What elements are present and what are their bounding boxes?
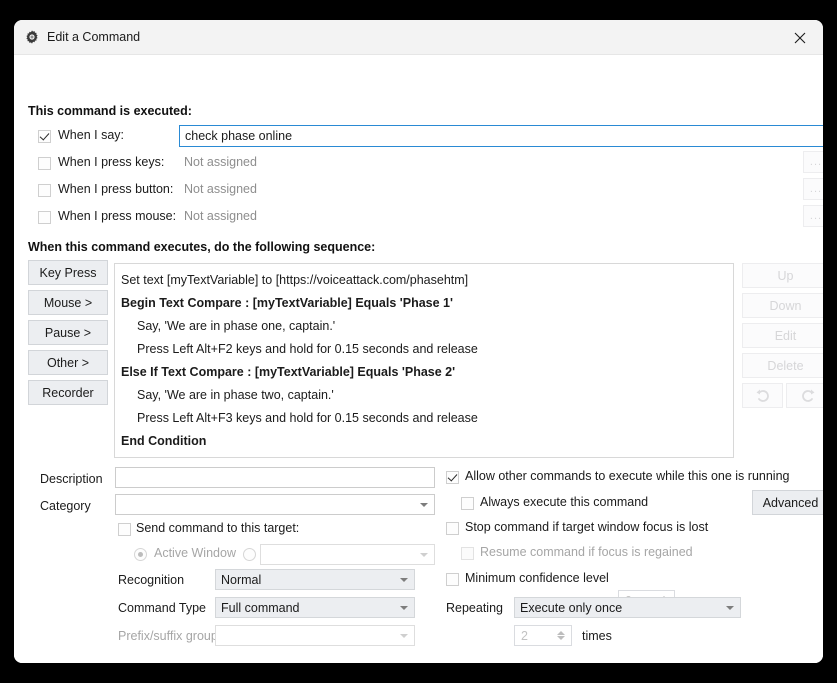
close-icon xyxy=(794,32,806,44)
stepper-up-icon[interactable] xyxy=(557,631,565,635)
prefix-suffix-label: Prefix/suffix group xyxy=(118,629,218,643)
window-title: Edit a Command xyxy=(47,29,140,46)
sequence-line[interactable]: Press Left Alt+F3 keys and hold for 0.15… xyxy=(137,410,478,426)
chevron-down-icon xyxy=(400,578,408,582)
close-button[interactable] xyxy=(777,20,823,55)
recognition-value: Normal xyxy=(221,573,261,587)
checkbox-send-command-to-target[interactable] xyxy=(118,523,131,536)
target-window-select[interactable] xyxy=(260,544,435,565)
radio-specific-window[interactable] xyxy=(243,548,256,561)
sequence-line[interactable]: Say, 'We are in phase two, captain.' xyxy=(137,387,334,403)
pause-menu-button[interactable]: Pause > xyxy=(28,320,108,345)
command-type-select[interactable]: Full command xyxy=(215,597,415,618)
sequence-section-heading: When this command executes, do the follo… xyxy=(28,240,375,254)
other-menu-button[interactable]: Other > xyxy=(28,350,108,375)
command-type-value: Full command xyxy=(221,601,300,615)
repeat-times-value: 2 xyxy=(521,629,528,643)
recorder-button[interactable]: Recorder xyxy=(28,380,108,405)
checkbox-when-i-say[interactable] xyxy=(38,130,51,143)
button-browse-button[interactable]: ... xyxy=(803,178,823,200)
move-up-button[interactable]: Up xyxy=(742,263,823,288)
mouse-browse-button[interactable]: ... xyxy=(803,205,823,227)
sequence-line[interactable]: Press Left Alt+F2 keys and hold for 0.15… xyxy=(137,341,478,357)
radio-active-window[interactable] xyxy=(134,548,147,561)
chevron-down-icon xyxy=(420,503,428,507)
label-when-i-press-mouse: When I press mouse: xyxy=(58,209,176,223)
checkbox-when-i-press-mouse[interactable] xyxy=(38,211,51,224)
value-when-i-press-button: Not assigned xyxy=(184,182,257,196)
value-when-i-press-mouse: Not assigned xyxy=(184,209,257,223)
label-when-i-press-keys: When I press keys: xyxy=(58,155,164,169)
checkbox-always-execute[interactable] xyxy=(461,497,474,510)
times-label: times xyxy=(582,629,612,643)
prefix-suffix-select[interactable] xyxy=(215,625,415,646)
repeat-times-stepper[interactable]: 2 xyxy=(514,625,572,646)
title-bar: Edit a Command xyxy=(14,20,823,55)
minimum-confidence-label: Minimum confidence level xyxy=(465,571,609,585)
key-press-button[interactable]: Key Press xyxy=(28,260,108,285)
resume-on-focus-regained-label: Resume command if focus is regained xyxy=(480,545,693,559)
checkbox-allow-other-commands[interactable] xyxy=(446,471,459,484)
value-when-i-press-keys: Not assigned xyxy=(184,155,257,169)
undo-button[interactable] xyxy=(742,383,783,408)
mouse-menu-button[interactable]: Mouse > xyxy=(28,290,108,315)
chevron-down-icon xyxy=(726,606,734,610)
label-when-i-say: When I say: xyxy=(58,128,124,142)
recognition-label: Recognition xyxy=(118,573,184,587)
active-window-label: Active Window xyxy=(154,546,236,560)
command-sequence-list[interactable]: Set text [myTextVariable] to [https://vo… xyxy=(114,263,734,458)
category-label: Category xyxy=(40,499,91,513)
checkbox-when-i-press-keys[interactable] xyxy=(38,157,51,170)
redo-button[interactable] xyxy=(786,383,823,408)
send-target-label: Send command to this target: xyxy=(136,521,299,535)
stepper-down-icon[interactable] xyxy=(557,636,565,640)
edit-command-dialog: Edit a Command This command is executed:… xyxy=(14,20,823,663)
recognition-select[interactable]: Normal xyxy=(215,569,415,590)
when-i-say-input[interactable]: check phase online xyxy=(179,125,823,147)
dialog-body: This command is executed: When I say: ch… xyxy=(14,55,823,663)
chevron-down-icon xyxy=(400,606,408,610)
sequence-line[interactable]: Begin Text Compare : [myTextVariable] Eq… xyxy=(121,295,453,311)
allow-other-commands-label: Allow other commands to execute while th… xyxy=(465,469,789,483)
stop-on-focus-lost-label: Stop command if target window focus is l… xyxy=(465,520,708,534)
label-when-i-press-button: When I press button: xyxy=(58,182,173,196)
sequence-line[interactable]: Else If Text Compare : [myTextVariable] … xyxy=(121,364,455,380)
checkbox-when-i-press-button[interactable] xyxy=(38,184,51,197)
gear-icon xyxy=(24,29,40,45)
execute-section-heading: This command is executed: xyxy=(28,104,192,118)
checkbox-minimum-confidence[interactable] xyxy=(446,573,459,586)
keys-browse-button[interactable]: ... xyxy=(803,151,823,173)
checkbox-stop-on-focus-lost[interactable] xyxy=(446,522,459,535)
sequence-line[interactable]: Set text [myTextVariable] to [https://vo… xyxy=(121,272,468,288)
repeating-value: Execute only once xyxy=(520,601,622,615)
delete-action-button[interactable]: Delete xyxy=(742,353,823,378)
sequence-line[interactable]: End Condition xyxy=(121,433,206,449)
repeating-label: Repeating xyxy=(446,601,503,615)
category-select[interactable] xyxy=(115,494,435,515)
description-label: Description xyxy=(40,472,103,486)
edit-action-button[interactable]: Edit xyxy=(742,323,823,348)
undo-icon xyxy=(755,389,771,403)
advanced-button[interactable]: Advanced xyxy=(752,490,823,515)
chevron-down-icon xyxy=(400,634,408,638)
redo-icon xyxy=(800,389,816,403)
repeating-select[interactable]: Execute only once xyxy=(514,597,741,618)
always-execute-label: Always execute this command xyxy=(480,495,648,509)
checkbox-resume-on-focus-regained[interactable] xyxy=(461,547,474,560)
move-down-button[interactable]: Down xyxy=(742,293,823,318)
chevron-down-icon xyxy=(420,553,428,557)
description-input[interactable] xyxy=(115,467,435,488)
sequence-line[interactable]: Say, 'We are in phase one, captain.' xyxy=(137,318,335,334)
command-type-label: Command Type xyxy=(118,601,206,615)
